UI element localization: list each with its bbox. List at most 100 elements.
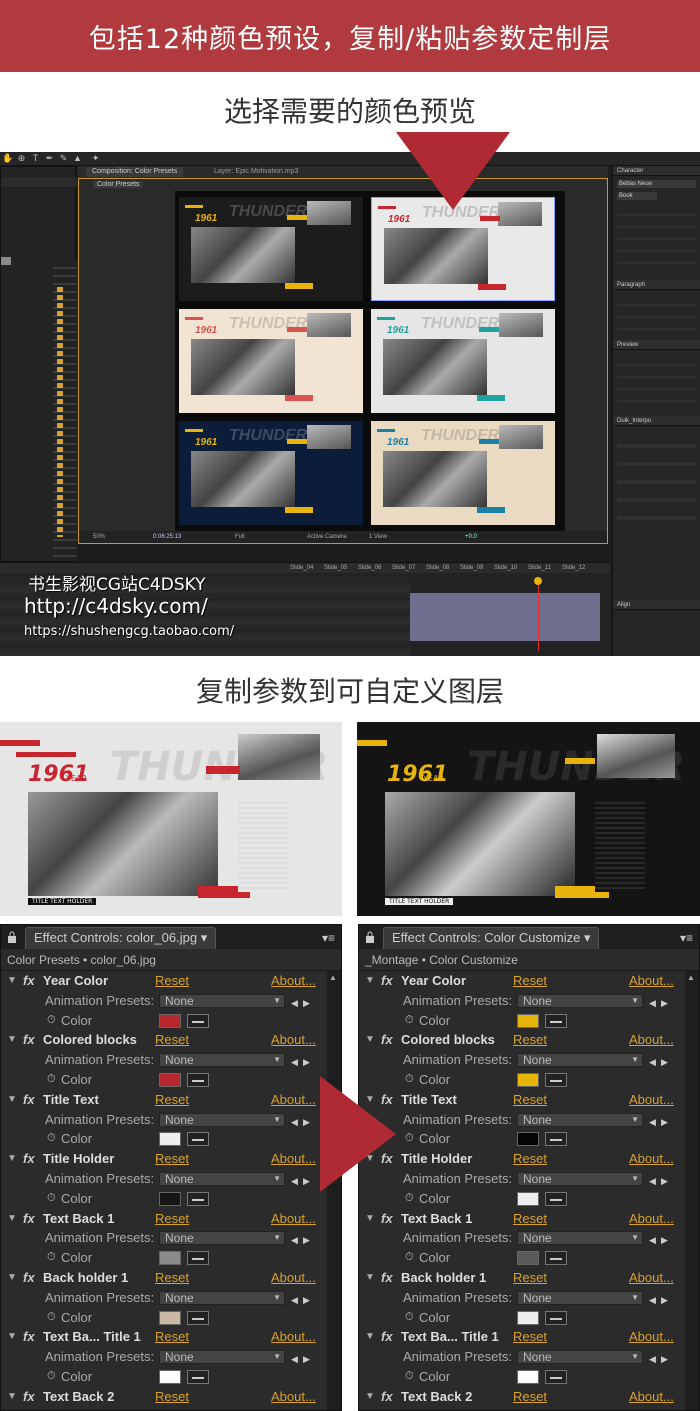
color-swatch[interactable] bbox=[159, 1072, 181, 1087]
reset-link[interactable]: Reset bbox=[513, 1327, 547, 1347]
effect-header[interactable]: ▼ fx Colored blocks Reset About... bbox=[359, 1030, 699, 1050]
reset-link[interactable]: Reset bbox=[155, 1090, 189, 1110]
timeline-tab[interactable]: Slide_05 bbox=[324, 565, 347, 571]
about-link[interactable]: About... bbox=[629, 1268, 674, 1288]
color-swatch[interactable] bbox=[159, 1132, 181, 1147]
expand-triangle-icon[interactable]: ▼ bbox=[7, 1327, 17, 1347]
playhead-handle[interactable] bbox=[534, 577, 542, 585]
animation-presets-select[interactable]: None ▼ bbox=[517, 993, 643, 1008]
color-preset-thumb[interactable]: THUNDER 1961 bbox=[179, 309, 363, 413]
eyedropper-icon[interactable] bbox=[545, 1072, 567, 1087]
fx-icon[interactable]: fx bbox=[23, 1090, 35, 1110]
reset-link[interactable]: Reset bbox=[155, 1030, 189, 1050]
animation-presets-select[interactable]: None ▼ bbox=[517, 1290, 643, 1305]
animation-presets-select[interactable]: None ▼ bbox=[517, 1053, 643, 1068]
stopwatch-icon[interactable]: ⏱ bbox=[47, 1070, 56, 1090]
fx-icon[interactable]: fx bbox=[381, 1209, 393, 1229]
about-link[interactable]: About... bbox=[629, 1387, 674, 1407]
eyedropper-icon[interactable] bbox=[187, 1369, 209, 1384]
eyedropper-icon[interactable] bbox=[187, 1132, 209, 1147]
about-link[interactable]: About... bbox=[629, 971, 674, 991]
expand-triangle-icon[interactable]: ▼ bbox=[365, 1209, 375, 1229]
reset-link[interactable]: Reset bbox=[155, 1268, 189, 1288]
color-swatch[interactable] bbox=[159, 1013, 181, 1028]
zoom-level[interactable]: 50% bbox=[93, 531, 105, 543]
reset-link[interactable]: Reset bbox=[155, 1387, 189, 1407]
about-link[interactable]: About... bbox=[271, 971, 316, 991]
color-preset-thumb[interactable]: THUNDER 1961 bbox=[371, 421, 555, 525]
fx-icon[interactable]: fx bbox=[381, 1327, 393, 1347]
stopwatch-icon[interactable]: ⏱ bbox=[405, 1129, 414, 1149]
paragraph-panel-title[interactable]: Paragraph bbox=[613, 280, 700, 290]
color-swatch[interactable] bbox=[517, 1013, 539, 1028]
timeline-tab[interactable]: Slide_10 bbox=[494, 565, 517, 571]
timeline-tab[interactable]: Slide_09 bbox=[460, 565, 483, 571]
eyedropper-icon[interactable] bbox=[545, 1310, 567, 1325]
effect-header[interactable]: ▼ fx Text Back 2 Reset About... bbox=[359, 1387, 699, 1407]
eyedropper-icon[interactable] bbox=[545, 1369, 567, 1384]
timecode[interactable]: 0:06:25:13 bbox=[153, 531, 181, 543]
eyedropper-icon[interactable] bbox=[187, 1013, 209, 1028]
effect-header[interactable]: ▼ fx Text Back 1 Reset About... bbox=[1, 1209, 341, 1229]
scroll-up-icon[interactable]: ▲ bbox=[329, 973, 337, 982]
color-swatch[interactable] bbox=[159, 1251, 181, 1266]
stopwatch-icon[interactable]: ⏱ bbox=[405, 1189, 414, 1209]
align-panel-title[interactable]: Align bbox=[613, 600, 700, 610]
color-swatch[interactable] bbox=[159, 1310, 181, 1325]
effect-header[interactable]: ▼ fx Title Holder Reset About... bbox=[1, 1149, 341, 1169]
reset-link[interactable]: Reset bbox=[513, 1387, 547, 1407]
color-swatch[interactable] bbox=[159, 1369, 181, 1384]
duik-panel-title[interactable]: Duik_Interpo bbox=[613, 416, 700, 426]
about-link[interactable]: About... bbox=[271, 1149, 316, 1169]
eyedropper-icon[interactable] bbox=[545, 1132, 567, 1147]
about-link[interactable]: About... bbox=[629, 1149, 674, 1169]
text-tool-icon[interactable]: T bbox=[30, 153, 41, 164]
color-swatch[interactable] bbox=[159, 1191, 181, 1206]
animation-presets-select[interactable]: None ▼ bbox=[159, 1231, 285, 1246]
eyedropper-icon[interactable] bbox=[545, 1191, 567, 1206]
color-swatch[interactable] bbox=[517, 1072, 539, 1087]
eyedropper-icon[interactable] bbox=[545, 1251, 567, 1266]
fx-icon[interactable]: fx bbox=[23, 1030, 35, 1050]
expand-triangle-icon[interactable]: ▼ bbox=[7, 1387, 17, 1407]
animation-presets-select[interactable]: None ▼ bbox=[159, 1350, 285, 1365]
expand-triangle-icon[interactable]: ▼ bbox=[7, 1149, 17, 1169]
lock-icon[interactable] bbox=[7, 931, 17, 943]
animation-presets-select[interactable]: None ▼ bbox=[159, 1290, 285, 1305]
timeline-tab[interactable]: Slide_12 bbox=[562, 565, 585, 571]
about-link[interactable]: About... bbox=[629, 1327, 674, 1347]
animation-presets-select[interactable]: None ▼ bbox=[517, 1350, 643, 1365]
expand-triangle-icon[interactable]: ▼ bbox=[7, 1268, 17, 1288]
effect-header[interactable]: ▼ fx Text Back 2 Reset About... bbox=[1, 1387, 341, 1407]
reset-link[interactable]: Reset bbox=[513, 1209, 547, 1229]
views-select[interactable]: 1 View bbox=[369, 531, 387, 543]
stopwatch-icon[interactable]: ⏱ bbox=[405, 1070, 414, 1090]
reset-link[interactable]: Reset bbox=[513, 1268, 547, 1288]
effect-header[interactable]: ▼ fx Year Color Reset About... bbox=[1, 971, 341, 991]
effect-header[interactable]: ▼ fx Back holder 1 Reset About... bbox=[1, 1268, 341, 1288]
about-link[interactable]: About... bbox=[271, 1030, 316, 1050]
animation-presets-select[interactable]: None ▼ bbox=[159, 1053, 285, 1068]
expand-triangle-icon[interactable]: ▼ bbox=[7, 1030, 17, 1050]
font-style-field[interactable]: Book bbox=[617, 192, 657, 200]
expand-triangle-icon[interactable]: ▼ bbox=[7, 971, 17, 991]
stopwatch-icon[interactable]: ⏱ bbox=[405, 1367, 414, 1387]
fx-icon[interactable]: fx bbox=[381, 1030, 393, 1050]
reset-link[interactable]: Reset bbox=[155, 1209, 189, 1229]
stopwatch-icon[interactable]: ⏱ bbox=[47, 1129, 56, 1149]
expand-triangle-icon[interactable]: ▼ bbox=[7, 1209, 17, 1229]
fx-icon[interactable]: fx bbox=[23, 1209, 35, 1229]
reset-link[interactable]: Reset bbox=[513, 971, 547, 991]
animation-presets-select[interactable]: None ▼ bbox=[517, 1112, 643, 1127]
scroll-up-icon[interactable]: ▲ bbox=[687, 973, 695, 982]
color-preset-thumb[interactable]: THUNDER 1961 bbox=[179, 197, 363, 301]
reset-link[interactable]: Reset bbox=[155, 1149, 189, 1169]
timeline-tab[interactable]: Slide_07 bbox=[392, 565, 415, 571]
stopwatch-icon[interactable]: ⏱ bbox=[47, 1011, 56, 1031]
effect-header[interactable]: ▼ fx Text Ba... Title 1 Reset About... bbox=[1, 1327, 341, 1347]
comp-breadcrumb[interactable]: Color Presets bbox=[93, 181, 144, 188]
color-preset-thumb[interactable]: THUNDER 1961 bbox=[179, 421, 363, 525]
expand-triangle-icon[interactable]: ▼ bbox=[365, 971, 375, 991]
tab-layer[interactable]: Layer: Epic Motivation.mp3 bbox=[208, 167, 304, 177]
eyedropper-icon[interactable] bbox=[187, 1310, 209, 1325]
